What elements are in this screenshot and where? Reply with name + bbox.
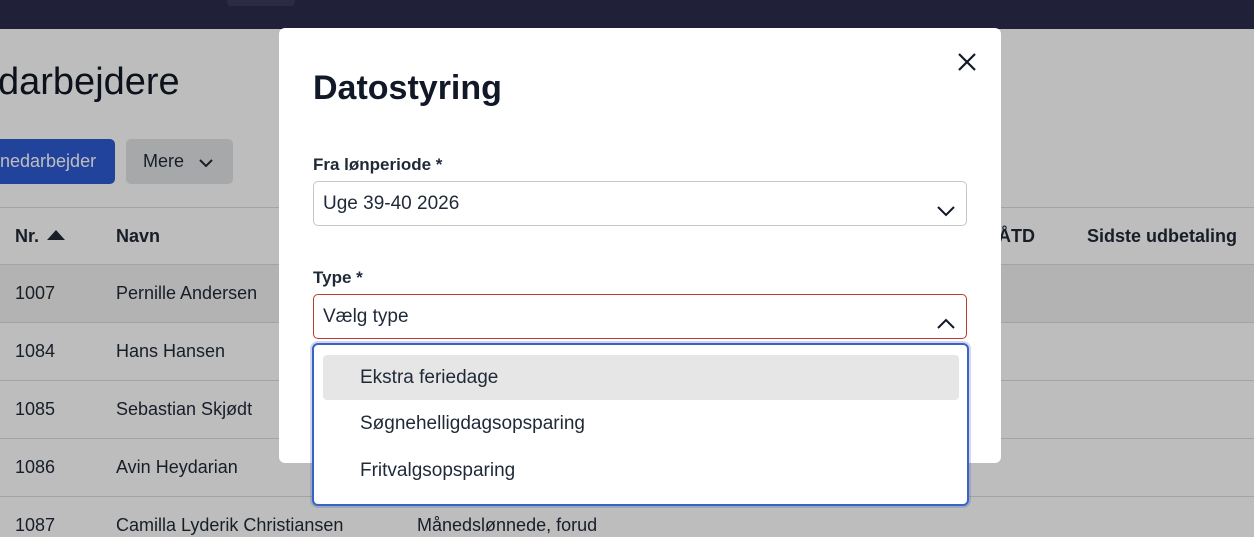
period-select[interactable]: Uge 39-40 2026 [313, 181, 967, 226]
type-select[interactable]: Vælg type [313, 294, 967, 339]
period-select-value: Uge 39-40 2026 [323, 193, 460, 214]
option-extra-vacation-days[interactable]: Ekstra feriedage [323, 355, 959, 400]
type-select-placeholder: Vælg type [323, 306, 409, 327]
chevron-down-icon [936, 194, 956, 217]
chevron-up-icon [936, 307, 956, 329]
type-options-listbox[interactable]: Ekstra feriedage Søgnehelligdagsopsparin… [312, 343, 969, 506]
close-icon[interactable] [955, 50, 979, 74]
option-holiday-savings[interactable]: Søgnehelligdagsopsparing [323, 401, 959, 446]
dialog-title: Datostyring [313, 69, 502, 107]
period-field-label: Fra lønperiode * [313, 155, 443, 174]
type-field-label: Type * [313, 268, 363, 287]
option-free-choice-savings[interactable]: Fritvalgsopsparing [323, 448, 959, 493]
